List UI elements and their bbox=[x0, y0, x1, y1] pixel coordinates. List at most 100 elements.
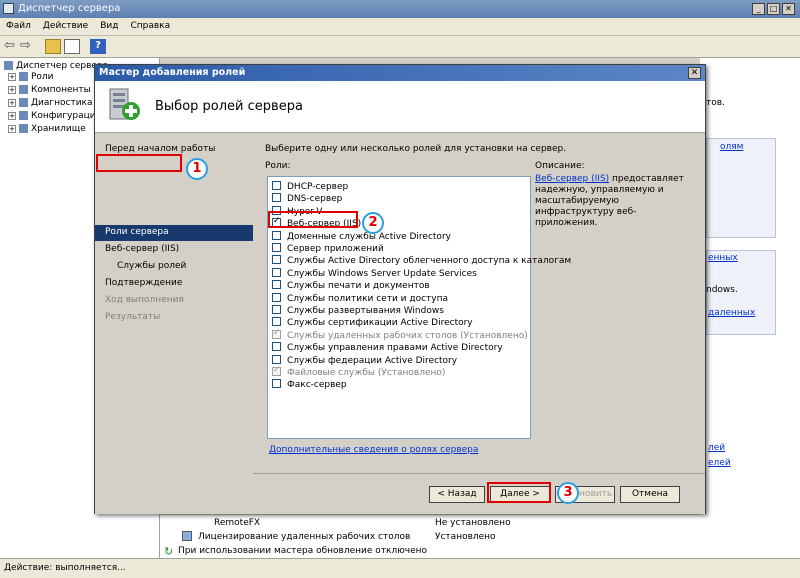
step-results: Результаты bbox=[105, 312, 161, 322]
highlight-web-server bbox=[268, 211, 358, 228]
role-checkbox bbox=[272, 365, 281, 376]
close-window-button[interactable]: ✕ bbox=[782, 3, 795, 15]
add-role-icon bbox=[109, 88, 140, 120]
role-item[interactable]: Службы Windows Server Update Services bbox=[272, 267, 477, 281]
role-item[interactable]: Доменные службы Active Directory bbox=[272, 230, 451, 244]
role-label: Факс-сервер bbox=[287, 380, 347, 391]
server-manager-icon bbox=[3, 3, 14, 14]
expand-icon[interactable]: + bbox=[8, 124, 16, 133]
step-server-roles[interactable]: Роли сервера bbox=[105, 227, 169, 237]
role-checkbox[interactable] bbox=[272, 255, 281, 265]
step-role-services[interactable]: Службы ролей bbox=[117, 261, 186, 271]
fragment-link[interactable]: олям bbox=[720, 142, 743, 152]
step-confirmation[interactable]: Подтверждение bbox=[105, 278, 182, 288]
role-item: Службы удаленных рабочих столов (Установ… bbox=[272, 328, 528, 343]
role-checkbox[interactable] bbox=[272, 267, 281, 277]
role-checkbox[interactable] bbox=[272, 280, 281, 290]
tree-root[interactable]: Диспетчер сервера bbox=[4, 61, 108, 71]
configuration-icon bbox=[19, 111, 28, 120]
role-item[interactable]: Службы печати и документов bbox=[272, 280, 430, 293]
fragment-link[interactable]: даленных bbox=[708, 308, 755, 318]
role-label: Файловые службы (Установлено) bbox=[287, 368, 446, 378]
role-checkbox[interactable] bbox=[272, 292, 281, 302]
role-services-list: RemoteFX Не установлено Лицензирование у… bbox=[160, 515, 700, 558]
fragment-link[interactable]: енных bbox=[708, 253, 738, 263]
role-checkbox[interactable] bbox=[272, 243, 281, 252]
folder-up-icon[interactable] bbox=[45, 39, 61, 54]
menu-file[interactable]: Файл bbox=[0, 18, 37, 31]
back-button[interactable]: < Назад bbox=[429, 486, 485, 503]
role-checkbox[interactable] bbox=[272, 342, 281, 352]
role-item[interactable]: Службы политики сети и доступа bbox=[272, 292, 448, 306]
step-web-server[interactable]: Веб-сервер (IIS) bbox=[105, 244, 179, 254]
wizard-steps: Перед началом работы Роли сервера Веб-се… bbox=[95, 134, 253, 514]
role-item[interactable]: DNS-сервер bbox=[272, 193, 343, 206]
expand-icon[interactable]: + bbox=[8, 85, 16, 94]
help-icon[interactable]: ? bbox=[90, 39, 106, 54]
role-item[interactable]: DHCP-сервер bbox=[272, 181, 348, 194]
role-checkbox[interactable] bbox=[272, 317, 281, 327]
menu-view[interactable]: Вид bbox=[94, 18, 124, 31]
minimize-button[interactable]: _ bbox=[752, 3, 765, 15]
role-label: DNS-сервер bbox=[287, 194, 343, 205]
role-item[interactable]: Сервер приложений bbox=[272, 243, 384, 256]
role-item[interactable]: Службы сертификации Active Directory bbox=[272, 317, 473, 330]
menu-action[interactable]: Действие bbox=[37, 18, 94, 31]
role-checkbox[interactable] bbox=[272, 193, 281, 203]
tree-item-roles[interactable]: + Роли bbox=[8, 72, 54, 82]
more-info-link[interactable]: Дополнительные сведения о ролях сервера bbox=[269, 445, 478, 455]
window-titlebar: Диспетчер сервера _ □ ✕ bbox=[0, 0, 800, 18]
role-label: Службы сертификации Active Directory bbox=[287, 318, 473, 329]
role-item[interactable]: Службы развертывания Windows bbox=[272, 305, 444, 318]
wizard-header: Выбор ролей сервера bbox=[95, 81, 705, 133]
window-title: Диспетчер сервера bbox=[18, 3, 121, 14]
step-progress: Ход выполнения bbox=[105, 295, 184, 305]
fragment-text: ndows. bbox=[706, 285, 738, 295]
list-item-name: RemoteFX bbox=[214, 518, 261, 528]
role-checkbox[interactable] bbox=[272, 230, 281, 240]
cancel-button[interactable]: Отмена bbox=[620, 486, 680, 503]
expand-icon[interactable]: + bbox=[8, 72, 16, 81]
role-item[interactable]: Факс-сервер bbox=[272, 379, 347, 392]
fragment-link[interactable]: лей bbox=[708, 443, 725, 453]
role-checkbox[interactable] bbox=[272, 305, 281, 314]
role-item[interactable]: Службы федерации Active Directory bbox=[272, 354, 458, 368]
role-label: Службы Windows Server Update Services bbox=[287, 268, 477, 279]
callout-1: 1 bbox=[186, 158, 208, 180]
role-label: Службы развертывания Windows bbox=[287, 306, 444, 316]
role-checkbox[interactable] bbox=[272, 181, 281, 190]
menu-help[interactable]: Справка bbox=[124, 18, 176, 31]
tree-item-diagnostics[interactable]: + Диагностика bbox=[8, 98, 93, 108]
description-link[interactable]: Веб-сервер (IIS) bbox=[535, 174, 609, 184]
fragment-link[interactable]: елей bbox=[708, 458, 731, 468]
role-checkbox[interactable] bbox=[272, 379, 281, 389]
status-bar: Действие: выполняется... bbox=[0, 558, 800, 578]
forward-arrow-icon[interactable]: ⇨ bbox=[20, 39, 36, 54]
fragment-text: тов. bbox=[706, 98, 725, 108]
tree-item-features[interactable]: + Компоненты bbox=[8, 85, 91, 95]
role-label: Службы федерации Active Directory bbox=[287, 355, 458, 366]
role-label: Службы управления правами Active Directo… bbox=[287, 343, 503, 354]
role-item[interactable]: Службы управления правами Active Directo… bbox=[272, 342, 503, 355]
show-tree-icon[interactable] bbox=[64, 39, 80, 54]
role-description: Веб-сервер (IIS) предоставляет надежную,… bbox=[535, 174, 695, 229]
tree-item-storage[interactable]: + Хранилище bbox=[8, 124, 86, 134]
highlight-next-button bbox=[487, 482, 551, 503]
role-checkbox[interactable] bbox=[272, 354, 281, 364]
expand-icon[interactable]: + bbox=[8, 98, 16, 107]
step-before-you-begin[interactable]: Перед началом работы bbox=[105, 144, 215, 154]
toolbar: ⇦ ⇨ ? bbox=[0, 36, 800, 58]
role-label: Службы удаленных рабочих столов (Установ… bbox=[287, 330, 528, 341]
role-item: Файловые службы (Установлено) bbox=[272, 365, 446, 380]
wizard-close-button[interactable]: ✕ bbox=[688, 67, 701, 79]
service-icon bbox=[182, 531, 192, 541]
maximize-button[interactable]: □ bbox=[767, 3, 780, 15]
refresh-icon: ↻ bbox=[164, 545, 174, 558]
tree-item-configuration[interactable]: + Конфигурация bbox=[8, 111, 101, 121]
list-item-status: Не установлено bbox=[435, 518, 511, 528]
list-item-name: Лицензирование удаленных рабочих столов bbox=[198, 532, 411, 542]
back-arrow-icon[interactable]: ⇦ bbox=[4, 39, 20, 54]
expand-icon[interactable]: + bbox=[8, 111, 16, 120]
role-item[interactable]: Службы Active Directory облегченного дос… bbox=[272, 255, 571, 268]
role-label: Службы печати и документов bbox=[287, 281, 430, 292]
